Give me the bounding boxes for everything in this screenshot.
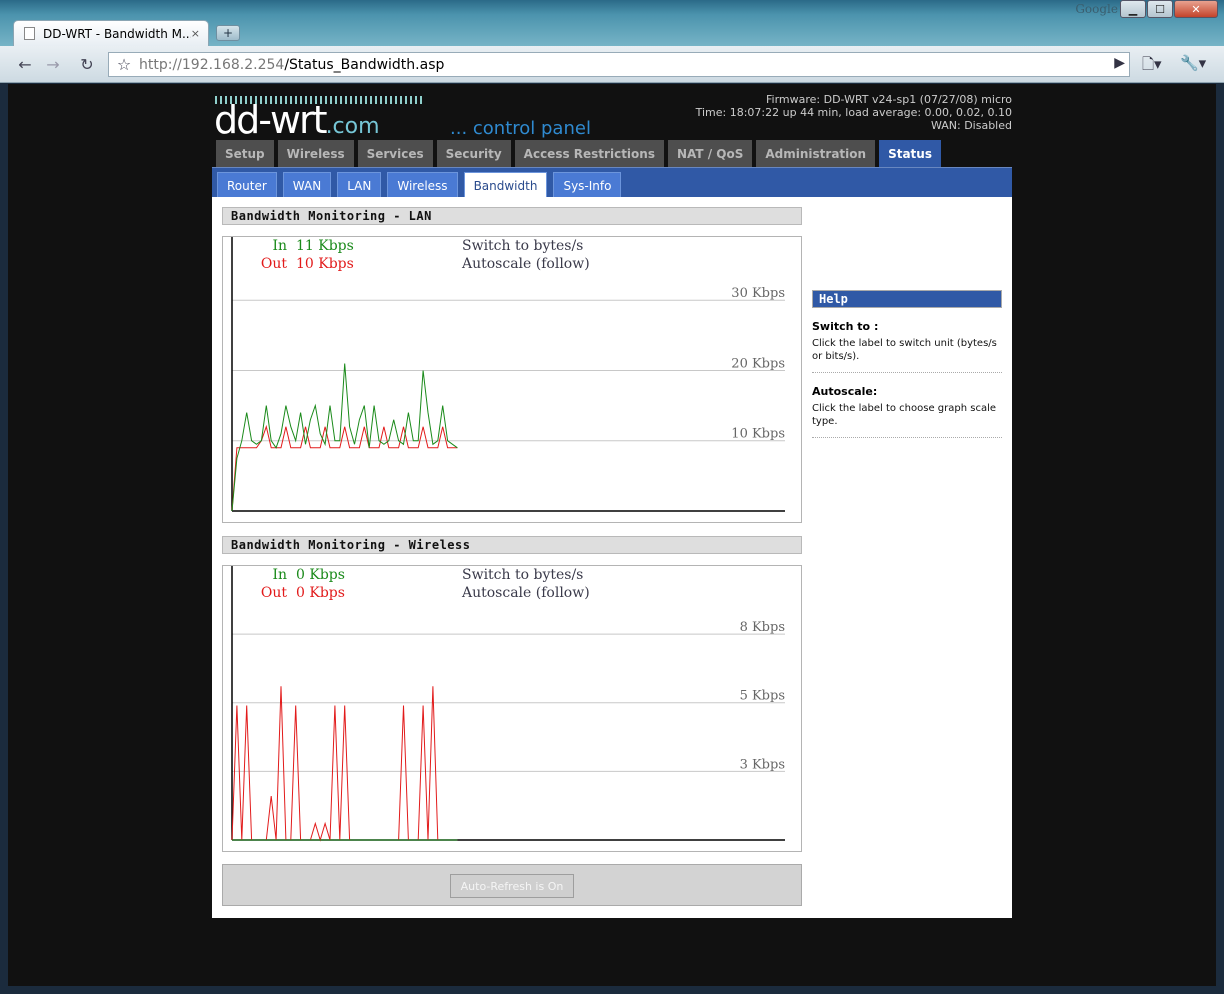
firmware-info: Firmware: DD-WRT v24-sp1 (07/27/08) micr… — [696, 93, 1012, 132]
help-term: Autoscale: — [812, 385, 878, 398]
subnav-tab-router[interactable]: Router — [217, 172, 277, 198]
url-text[interactable]: http://192.168.2.254/Status_Bandwidth.as… — [139, 57, 444, 73]
help-term: Switch to : — [812, 320, 879, 333]
nav-tab-nat-qos[interactable]: NAT / QoS — [667, 140, 753, 167]
control-panel-label: ... control panel — [450, 118, 591, 139]
reload-icon[interactable]: ↻ — [76, 54, 98, 74]
subnav-tab-wan[interactable]: WAN — [282, 172, 332, 198]
subnav-tab-wireless[interactable]: Wireless — [387, 172, 458, 198]
nav-tab-wireless[interactable]: Wireless — [277, 140, 354, 167]
browser-tab[interactable]: DD-WRT - Bandwidth M... × — [13, 20, 209, 46]
subnav-tab-sys-info[interactable]: Sys-Info — [553, 172, 622, 198]
out-label: Out — [261, 256, 287, 272]
wrench-menu-icon[interactable]: 🔧▾ — [1180, 54, 1206, 72]
ddwrt-logo: dd-wrt.com — [214, 98, 380, 142]
page-menu-icon[interactable]: 🗋▾ — [1142, 54, 1162, 79]
wireless-section-title: Bandwidth Monitoring - Wireless — [222, 536, 802, 554]
grid-label: 3 Kbps — [740, 757, 785, 772]
wireless-bandwidth-graph: 8 Kbps 5 Kbps 3 Kbps In 0 Kbps Out 0 Kbps Switc… — [222, 565, 802, 852]
grid-label: 8 Kbps — [740, 620, 785, 635]
minimize-button[interactable]: ▁ — [1120, 0, 1146, 18]
nav-tab-setup[interactable]: Setup — [216, 140, 274, 167]
auto-refresh-button[interactable]: Auto-Refresh is On — [450, 874, 574, 898]
page-viewport: dd-wrt.com ... control panel Firmware: D… — [8, 84, 1216, 986]
help-desc: Click the label to choose graph scale ty… — [812, 402, 1002, 438]
autoscale-link[interactable]: Autoscale (follow) — [461, 256, 590, 272]
out-series-line — [231, 686, 458, 842]
page-icon — [24, 27, 35, 40]
close-window-button[interactable]: ✕ — [1174, 0, 1218, 18]
title-bar: Google ▁ ☐ ✕ DD-WRT - Bandwidth M... × + — [0, 0, 1224, 48]
grid-label: 5 Kbps — [740, 689, 785, 704]
wireless-graph-svg: 8 Kbps 5 Kbps 3 Kbps In 0 Kbps Out 0 Kbps Switc… — [231, 566, 785, 842]
sub-nav: Router WAN LAN Wireless Bandwidth Sys-Info — [217, 172, 627, 198]
header: dd-wrt.com ... control panel Firmware: D… — [212, 84, 1012, 167]
grid-label: 30 Kbps — [731, 286, 785, 301]
switch-unit-link[interactable]: Switch to bytes/s — [462, 238, 583, 254]
autoscale-link[interactable]: Autoscale (follow) — [461, 585, 590, 601]
back-icon[interactable]: ← — [14, 54, 36, 74]
out-series-line — [231, 424, 458, 512]
address-bar[interactable]: ☆ http://192.168.2.254/Status_Bandwidth.… — [108, 52, 1130, 77]
grid-label: 10 Kbps — [731, 427, 785, 442]
out-value: 10 Kbps — [296, 256, 354, 272]
nav-tab-security[interactable]: Security — [436, 140, 511, 167]
bookmark-star-icon[interactable]: ☆ — [109, 55, 139, 74]
tab-close-icon[interactable]: × — [191, 27, 200, 40]
in-label: In — [272, 567, 287, 583]
new-tab-button[interactable]: + — [216, 25, 240, 41]
lan-bandwidth-graph: 30 Kbps 20 Kbps 10 Kbps In 11 Kbps Out 10 Kbps… — [222, 236, 802, 523]
nav-tab-status[interactable]: Status — [879, 140, 941, 167]
nav-tab-administration[interactable]: Administration — [756, 140, 876, 167]
content-area: Bandwidth Monitoring - LAN 30 Kbps 20 Kbp… — [212, 197, 1012, 918]
window-controls: ▁ ☐ ✕ — [1119, 0, 1218, 18]
uptime-text: Time: 18:07:22 up 44 min, load average: … — [695, 106, 1012, 119]
browser-toolbar: ← → ↻ ☆ http://192.168.2.254/Status_Band… — [0, 46, 1224, 83]
subnav-tab-lan[interactable]: LAN — [337, 172, 382, 198]
refresh-bar: Auto-Refresh is On — [222, 864, 802, 906]
google-label: Google — [1075, 2, 1118, 16]
in-label: In — [272, 238, 287, 254]
firmware-text: Firmware: DD-WRT v24-sp1 (07/27/08) micr… — [765, 93, 1012, 106]
sub-nav-bar: Router WAN LAN Wireless Bandwidth Sys-Info — [212, 167, 1012, 198]
out-value: 0 Kbps — [296, 585, 345, 601]
in-value: 11 Kbps — [296, 238, 354, 254]
maximize-button[interactable]: ☐ — [1147, 0, 1173, 18]
ddwrt-page: dd-wrt.com ... control panel Firmware: D… — [212, 84, 1012, 918]
wan-status-text: WAN: Disabled — [930, 119, 1012, 132]
lan-graph-svg: 30 Kbps 20 Kbps 10 Kbps In 11 Kbps Out 10 Kbps… — [231, 237, 785, 512]
grid-label: 20 Kbps — [731, 356, 785, 371]
in-series-line — [231, 363, 458, 512]
switch-unit-link[interactable]: Switch to bytes/s — [462, 567, 583, 583]
tab-title: DD-WRT - Bandwidth M... — [43, 26, 191, 41]
help-list: Switch to : Click the label to switch un… — [812, 320, 1002, 438]
subnav-tab-bandwidth[interactable]: Bandwidth — [463, 172, 548, 198]
go-icon[interactable]: ▶ — [1114, 55, 1125, 71]
in-value: 0 Kbps — [296, 567, 345, 583]
help-panel: Help Switch to : Click the label to swit… — [812, 290, 1002, 438]
forward-icon[interactable]: → — [42, 54, 64, 74]
help-desc: Click the label to switch unit (bytes/s … — [812, 337, 1002, 373]
help-title: Help — [812, 290, 1002, 308]
main-nav: Setup Wireless Services Security Access Rest… — [216, 140, 945, 167]
nav-tab-services[interactable]: Services — [357, 140, 433, 167]
lan-section-title: Bandwidth Monitoring - LAN — [222, 207, 802, 225]
browser-window: Google ▁ ☐ ✕ DD-WRT - Bandwidth M... × +… — [0, 0, 1224, 994]
nav-tab-access-restrictions[interactable]: Access Restrictions — [514, 140, 664, 167]
out-label: Out — [261, 585, 287, 601]
